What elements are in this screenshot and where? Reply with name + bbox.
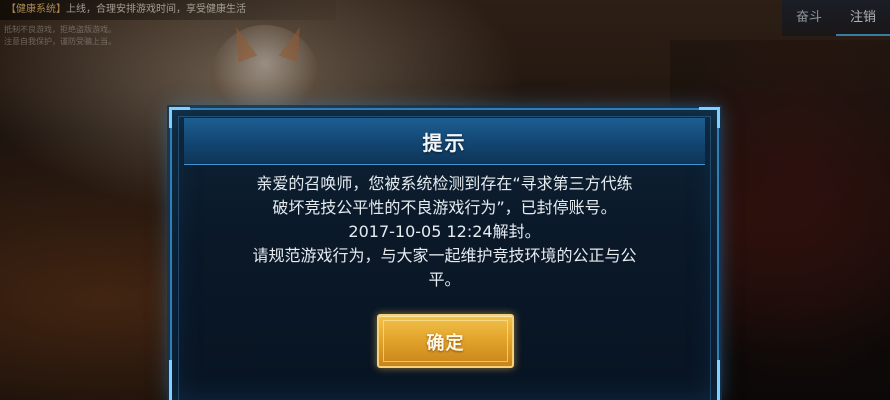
notice-dialog: 提示 亲爱的召唤师，您被系统检测到存在“寻求第三方代练 破坏竞技公平性的不良游戏… (169, 107, 720, 400)
confirm-button[interactable]: 确定 (377, 314, 514, 368)
dialog-message: 亲爱的召唤师，您被系统检测到存在“寻求第三方代练 破坏竞技公平性的不良游戏行为”… (190, 172, 699, 292)
message-line: 2017-10-05 12:24解封。 (348, 222, 541, 241)
dialog-title: 提示 (422, 131, 467, 155)
dialog-corner (169, 360, 190, 400)
message-line: 亲爱的召唤师，您被系统检测到存在“寻求第三方代练 (256, 174, 633, 193)
dialog-header: 提示 (184, 118, 705, 165)
message-line: 破坏竞技公平性的不良游戏行为”，已封停账号。 (272, 198, 617, 217)
dialog-corner (699, 360, 720, 400)
game-screen: 【健康系统】上线，合理安排游戏时间，享受健康生活 抵制不良游戏，拒绝盗版游戏。 … (0, 0, 890, 400)
confirm-button-label: 确定 (426, 333, 465, 354)
message-line: 平。 (428, 270, 461, 289)
message-line: 请规范游戏行为，与大家一起维护竞技环境的公正与公 (252, 246, 637, 265)
